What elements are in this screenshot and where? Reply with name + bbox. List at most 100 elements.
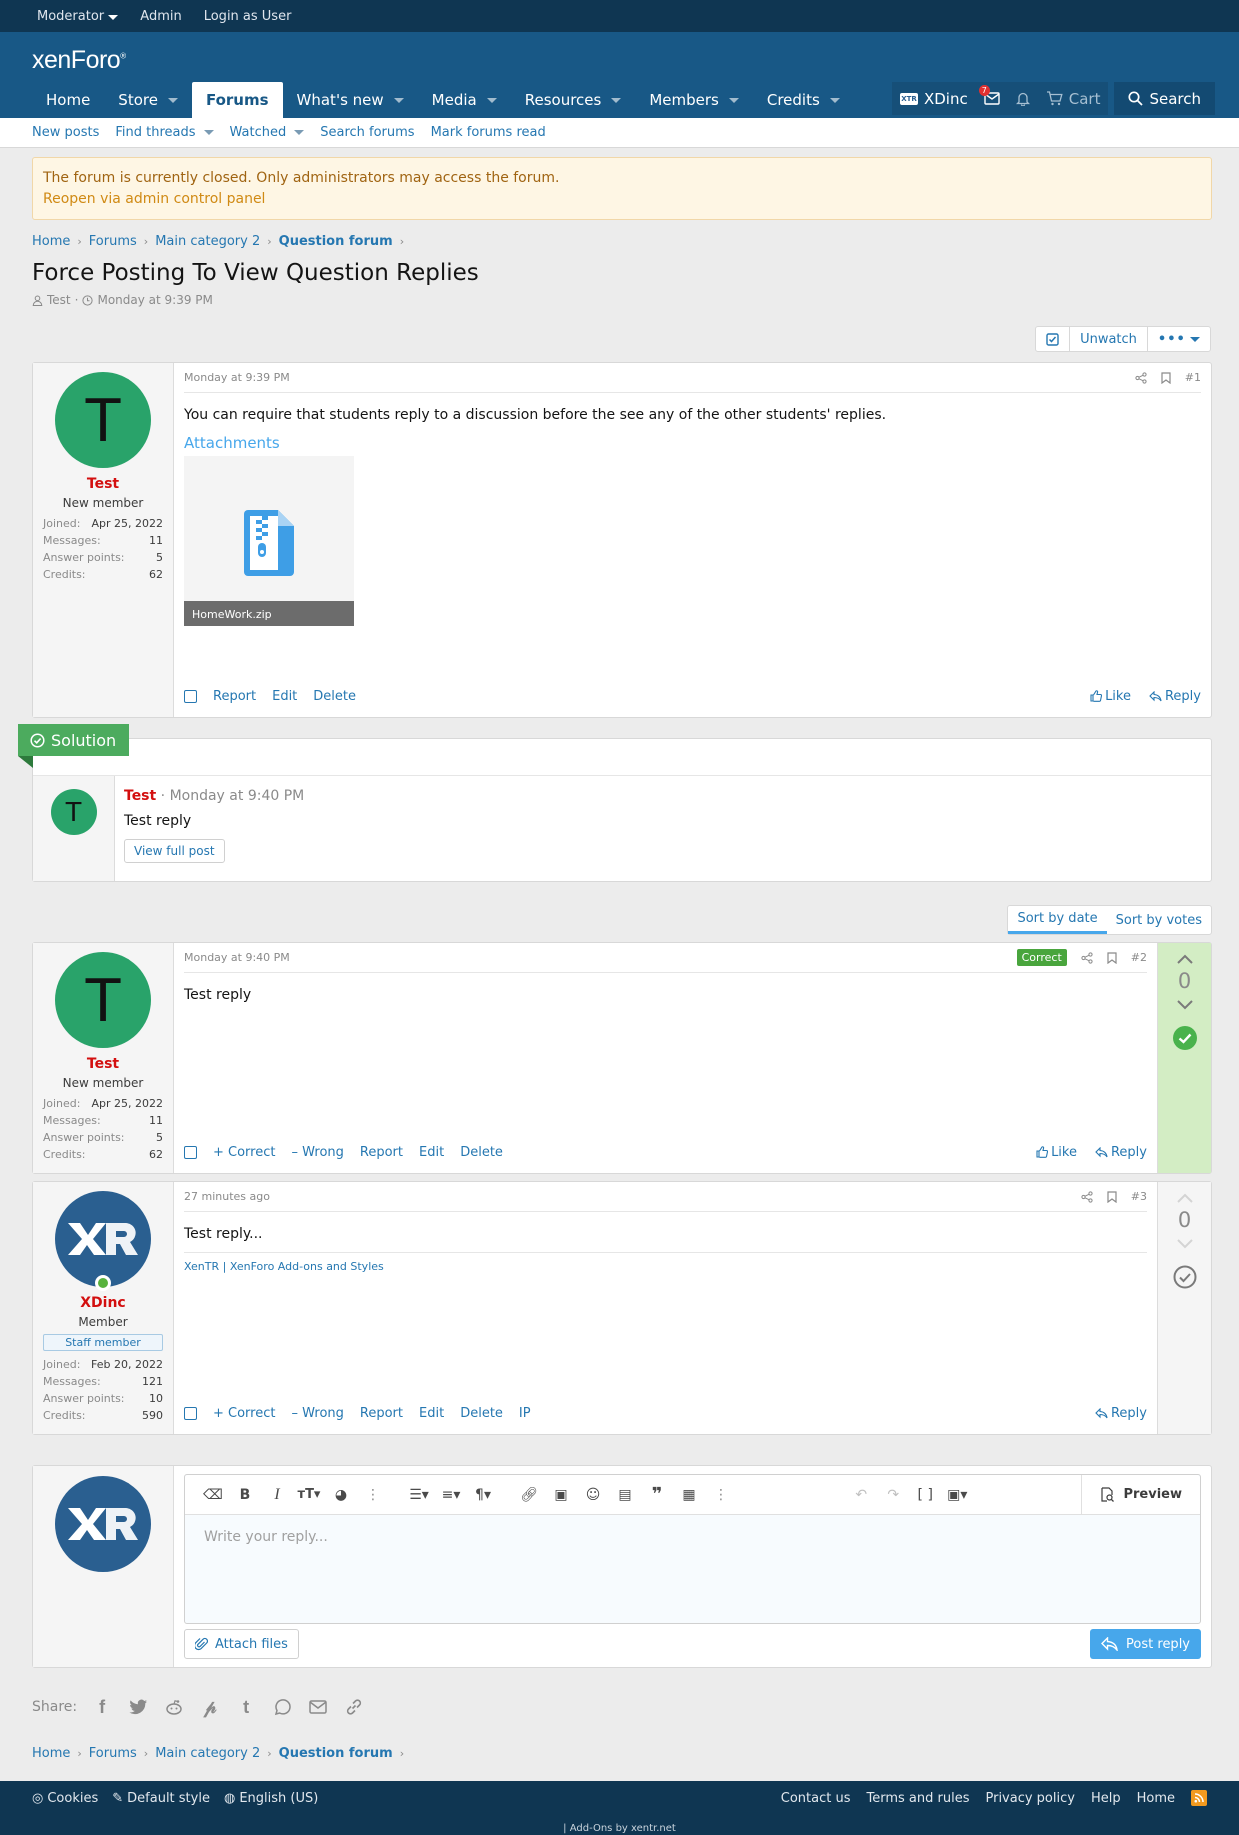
reddit-icon[interactable] xyxy=(163,1696,185,1718)
search-button[interactable]: Search xyxy=(1114,82,1215,115)
addons-credit[interactable]: | Add-Ons by xentr.net xyxy=(0,1823,1239,1834)
report-link[interactable]: Report xyxy=(360,1406,403,1421)
edit-link[interactable]: Edit xyxy=(272,689,297,704)
mark-solution-icon[interactable] xyxy=(1172,1264,1198,1290)
breadcrumb-current[interactable]: Question forum xyxy=(279,1746,393,1761)
tab-whats-new[interactable]: What's new xyxy=(283,82,418,118)
signature-link[interactable]: XenTR | XenForo Add-ons and Styles xyxy=(184,1260,384,1273)
redo-icon[interactable]: ↷ xyxy=(877,1475,909,1515)
tab-media[interactable]: Media xyxy=(418,82,511,118)
more-text-options-icon[interactable]: ⋮ xyxy=(357,1475,389,1515)
terms-link[interactable]: Terms and rules xyxy=(867,1791,970,1806)
avatar[interactable] xyxy=(55,1191,151,1291)
pinterest-icon[interactable]: 𝓅 xyxy=(199,1696,221,1718)
post-date[interactable]: Monday at 9:39 PM xyxy=(184,371,290,384)
avatar[interactable]: T xyxy=(55,372,151,468)
post-number[interactable]: #3 xyxy=(1131,1190,1147,1203)
view-full-post-button[interactable]: View full post xyxy=(124,839,225,863)
drafts-icon[interactable]: ▣▾ xyxy=(941,1475,973,1515)
username[interactable]: Test xyxy=(124,788,156,804)
post-date[interactable]: Monday at 9:40 PM xyxy=(184,951,290,964)
chevron-down-icon[interactable] xyxy=(393,97,404,103)
tab-resources[interactable]: Resources xyxy=(511,82,636,118)
chevron-down-icon[interactable] xyxy=(294,130,305,135)
username[interactable]: XDinc xyxy=(80,1295,125,1311)
undo-icon[interactable]: ↶ xyxy=(845,1475,877,1515)
rss-icon[interactable] xyxy=(1191,1790,1207,1806)
watch-checkbox[interactable] xyxy=(1036,327,1071,351)
avatar[interactable]: T xyxy=(55,952,151,1048)
delete-link[interactable]: Delete xyxy=(460,1406,503,1421)
chevron-down-icon[interactable] xyxy=(611,97,622,103)
link-icon[interactable] xyxy=(343,1696,365,1718)
paragraph-icon[interactable]: ¶▾ xyxy=(467,1475,499,1515)
more-options-button[interactable]: ••• xyxy=(1148,327,1210,351)
palette-icon[interactable]: ◕ xyxy=(325,1475,357,1515)
unwatch-button[interactable]: Unwatch xyxy=(1070,327,1148,351)
tab-sort-by-date[interactable]: Sort by date xyxy=(1008,906,1107,934)
post-reply-button[interactable]: Post reply xyxy=(1090,1629,1201,1659)
italic-icon[interactable]: I xyxy=(261,1475,293,1515)
breadcrumb-category[interactable]: Main category 2 xyxy=(155,1746,260,1761)
moderator-menu[interactable]: Moderator xyxy=(37,9,119,24)
attachment-thumbnail[interactable]: HomeWork.zip xyxy=(184,456,354,626)
smiley-icon[interactable]: ☺ xyxy=(577,1475,609,1515)
preview-button[interactable]: Preview xyxy=(1081,1475,1200,1514)
reply-button[interactable]: Reply xyxy=(1095,1145,1147,1160)
help-link[interactable]: Help xyxy=(1091,1791,1121,1806)
new-posts-link[interactable]: New posts xyxy=(32,125,99,140)
stat-messages[interactable]: 11 xyxy=(149,1112,163,1129)
align-icon[interactable]: ≡▾ xyxy=(435,1475,467,1515)
privacy-link[interactable]: Privacy policy xyxy=(985,1791,1074,1806)
breadcrumb-home[interactable]: Home xyxy=(32,234,70,249)
thread-author[interactable]: Test xyxy=(47,293,71,307)
list-icon[interactable]: ☰▾ xyxy=(403,1475,435,1515)
mark-forums-read-link[interactable]: Mark forums read xyxy=(431,125,546,140)
bookmark-icon[interactable] xyxy=(1107,951,1117,964)
bookmark-icon[interactable] xyxy=(1107,1190,1117,1203)
search-forums-link[interactable]: Search forums xyxy=(320,125,414,140)
breadcrumb-current[interactable]: Question forum xyxy=(279,234,393,249)
ip-link[interactable]: IP xyxy=(519,1406,531,1421)
post-number[interactable]: #1 xyxy=(1185,371,1201,384)
reopen-link[interactable]: Reopen via admin control panel xyxy=(43,189,1201,210)
home-link[interactable]: Home xyxy=(1137,1791,1175,1806)
accepted-answer-icon[interactable] xyxy=(1172,1025,1198,1051)
email-icon[interactable] xyxy=(307,1696,329,1718)
cookies-link[interactable]: ◎ Cookies xyxy=(32,1791,98,1806)
stat-messages[interactable]: 121 xyxy=(142,1373,163,1390)
tab-members[interactable]: Members xyxy=(635,82,753,118)
reply-button[interactable]: Reply xyxy=(1149,689,1201,704)
text-size-icon[interactable]: тT▾ xyxy=(293,1475,325,1515)
report-link[interactable]: Report xyxy=(360,1145,403,1160)
breadcrumb-home[interactable]: Home xyxy=(32,1746,70,1761)
chevron-down-icon[interactable] xyxy=(486,97,497,103)
login-as-user-link[interactable]: Login as User xyxy=(204,9,292,24)
attach-files-button[interactable]: Attach files xyxy=(184,1629,299,1659)
thread-date[interactable]: Monday at 9:39 PM xyxy=(97,293,212,307)
chevron-down-icon[interactable] xyxy=(203,130,214,135)
mark-wrong-link[interactable]: – Wrong xyxy=(291,1145,343,1160)
delete-link[interactable]: Delete xyxy=(313,689,356,704)
breadcrumb-forums[interactable]: Forums xyxy=(89,1746,137,1761)
post-number[interactable]: #2 xyxy=(1131,951,1147,964)
mark-correct-link[interactable]: + Correct xyxy=(213,1406,275,1421)
downvote-icon[interactable] xyxy=(1176,1238,1194,1250)
style-chooser-link[interactable]: ✎ Default style xyxy=(112,1791,210,1806)
select-checkbox[interactable] xyxy=(184,1145,197,1159)
language-chooser-link[interactable]: ◍ English (US) xyxy=(224,1791,318,1806)
breadcrumb-category[interactable]: Main category 2 xyxy=(155,234,260,249)
report-link[interactable]: Report xyxy=(213,689,256,704)
alerts-button[interactable] xyxy=(1007,82,1038,115)
table-icon[interactable]: ▦ xyxy=(673,1475,705,1515)
share-icon[interactable] xyxy=(1135,371,1147,384)
post-date[interactable]: 27 minutes ago xyxy=(184,1190,270,1203)
avatar[interactable] xyxy=(55,1476,151,1572)
like-button[interactable]: Like xyxy=(1036,1145,1077,1160)
share-icon[interactable] xyxy=(1081,951,1093,964)
tab-home[interactable]: Home xyxy=(32,82,104,118)
tab-credits[interactable]: Credits xyxy=(753,82,854,118)
watched-link[interactable]: Watched xyxy=(230,125,305,140)
avatar[interactable]: T xyxy=(50,789,97,835)
twitter-icon[interactable] xyxy=(127,1696,149,1718)
